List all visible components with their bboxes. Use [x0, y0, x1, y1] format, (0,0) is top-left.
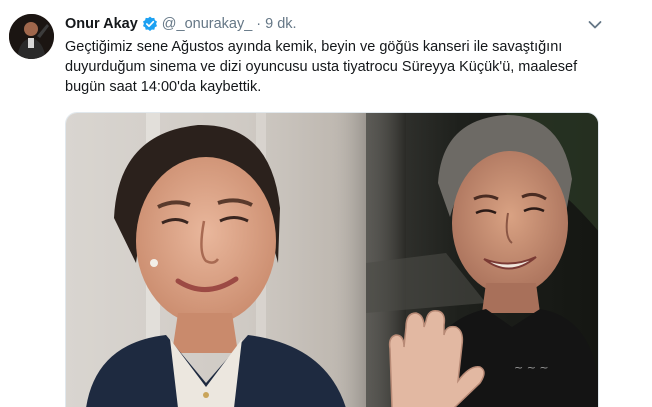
username[interactable]: @_onurakay_ [162, 16, 253, 32]
tweet-text-line: duyurduğum sinema ve dizi oyuncusu usta … [65, 59, 578, 75]
display-name[interactable]: Onur Akay [65, 16, 138, 32]
tweet-text-line: bugün saat 14:00'da kaybettik. [65, 79, 262, 95]
tweet-photo[interactable]: ~ ~ ~ [65, 112, 599, 407]
tweet-card: Onur Akay @_onurakay_ · 9 dk. Geçtiğimiz… [0, 0, 652, 407]
tweet-text-line: Geçtiğimiz sene Ağustos ayında kemik, be… [65, 39, 563, 55]
svg-text:~ ~ ~: ~ ~ ~ [514, 361, 549, 374]
tweet-text: Geçtiğimiz sene Ağustos ayında kemik, be… [65, 37, 605, 97]
tweet-header: Onur Akay @_onurakay_ · 9 dk. [65, 14, 297, 34]
separator-dot: · [256, 16, 262, 32]
chevron-down-icon[interactable] [588, 17, 602, 29]
verified-badge-icon [142, 16, 158, 32]
avatar[interactable] [9, 14, 54, 59]
timestamp[interactable]: 9 dk. [265, 16, 296, 32]
